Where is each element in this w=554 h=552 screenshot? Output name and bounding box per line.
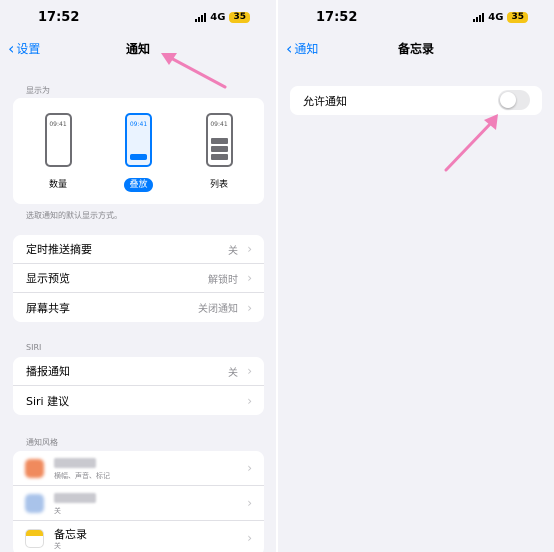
display-option-label: 数量: [48, 180, 67, 190]
display-option-list[interactable]: 09:41 列表: [197, 98, 241, 204]
signal-icon: [473, 13, 485, 22]
annotation-arrow-icon: [161, 53, 227, 89]
display-option-count[interactable]: 09:41 数量: [36, 98, 80, 204]
notes-notification-screen: 17:52 4G 35 ‹ 通知 备忘录 允许通知: [278, 0, 554, 552]
display-option-label: 叠放: [124, 178, 153, 192]
network-type: 4G: [488, 12, 504, 23]
display-option-stack[interactable]: 09:41 叠放: [117, 98, 161, 204]
redacted-app-name: [54, 493, 96, 503]
section-label-siri: SIRI: [26, 343, 42, 352]
display-style-card: 09:41 数量 09:41 叠放 09:41 列表: [13, 98, 264, 204]
app-icon: [25, 494, 44, 513]
display-style-footer: 选取通知的默认显示方式。: [26, 211, 122, 220]
allow-notifications-toggle[interactable]: [498, 90, 530, 110]
status-bar: 17:52 4G 35: [278, 10, 554, 28]
announce-notifications-row[interactable]: 播报通知 关 ›: [13, 357, 264, 386]
status-time: 17:52: [316, 10, 358, 25]
notifications-settings-screen: 17:52 4G 35 ‹ 设置 通知 显示为 09:41 数量 09:41 叠…: [0, 0, 276, 552]
chevron-right-icon: ›: [247, 300, 252, 315]
scheduled-summary-row[interactable]: 定时推送摘要 关 ›: [13, 235, 264, 264]
summary-settings-card: 定时推送摘要 关 › 显示预览 解锁时 › 屏幕共享 关闭通知 ›: [13, 235, 264, 322]
app-row-notes[interactable]: 备忘录 关 ›: [13, 521, 264, 552]
annotation-arrow-icon: [444, 114, 498, 172]
app-list-card: 横幅、声音、标记 › 关 › 备忘录 关 ›: [13, 451, 264, 552]
chevron-right-icon: ›: [247, 461, 252, 475]
page-title: 备忘录: [397, 42, 434, 56]
phone-list-icon: 09:41: [205, 113, 233, 167]
chevron-right-icon: ›: [247, 271, 252, 285]
chevron-right-icon: ›: [247, 393, 252, 408]
siri-card: 播报通知 关 › Siri 建议 ›: [13, 357, 264, 415]
network-type: 4G: [210, 12, 226, 23]
display-option-label: 列表: [209, 180, 228, 190]
app-row[interactable]: 横幅、声音、标记 ›: [13, 451, 264, 486]
battery-icon: 35: [507, 12, 528, 23]
show-previews-row[interactable]: 显示预览 解锁时 ›: [13, 264, 264, 293]
siri-suggestions-row[interactable]: Siri 建议 ›: [13, 386, 264, 415]
chevron-right-icon: ›: [247, 531, 252, 545]
chevron-right-icon: ›: [247, 364, 252, 378]
chevron-right-icon: ›: [247, 496, 252, 510]
app-row[interactable]: 关 ›: [13, 486, 264, 521]
chevron-right-icon: ›: [247, 242, 252, 256]
section-label-notification-style: 通知风格: [26, 438, 58, 447]
signal-icon: [195, 13, 207, 22]
nav-bar: ‹ 通知 备忘录: [278, 38, 554, 60]
phone-count-icon: 09:41: [44, 113, 72, 167]
section-label-display-as: 显示为: [26, 86, 50, 95]
status-time: 17:52: [38, 10, 80, 25]
phone-stack-icon: 09:41: [125, 113, 152, 167]
battery-icon: 35: [229, 12, 250, 23]
screen-sharing-row[interactable]: 屏幕共享 关闭通知 ›: [13, 293, 264, 322]
app-icon: [25, 459, 44, 478]
notes-app-icon: [25, 529, 44, 548]
redacted-app-name: [54, 458, 96, 468]
status-bar: 17:52 4G 35: [0, 10, 276, 28]
